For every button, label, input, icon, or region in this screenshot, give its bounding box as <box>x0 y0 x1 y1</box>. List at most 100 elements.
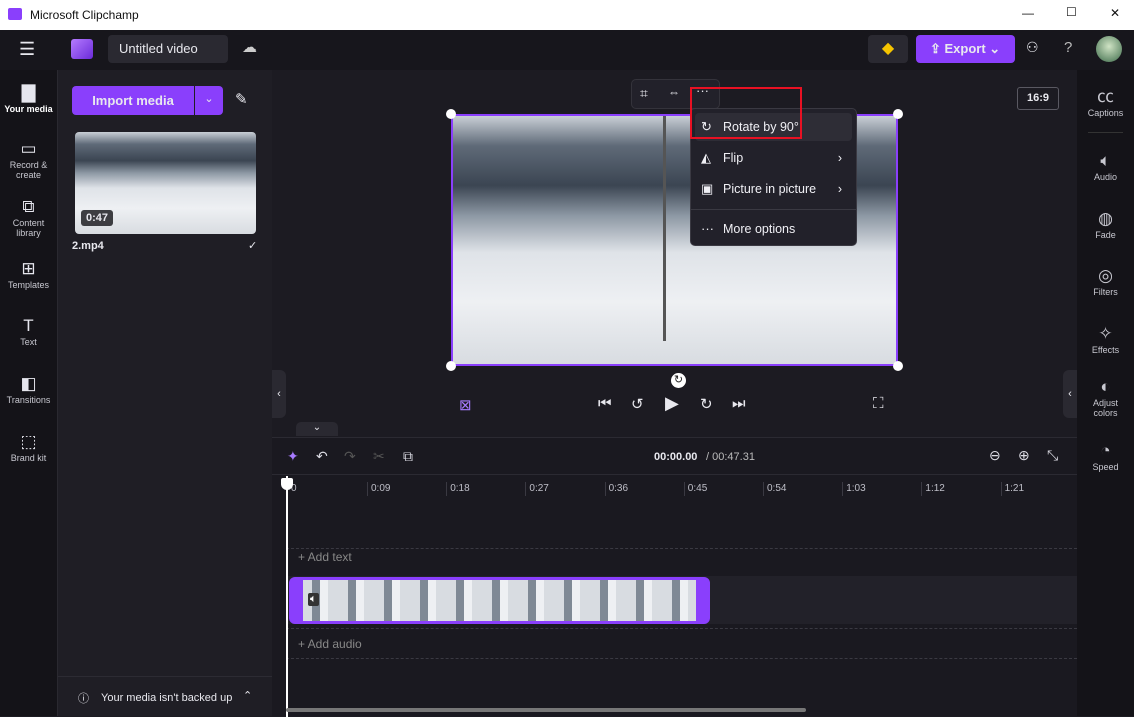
rotate-handle-icon[interactable]: ↻ <box>671 373 686 388</box>
backup-notice-text: Your media isn't backed up <box>101 692 233 704</box>
premium-button[interactable]: ◆ <box>868 35 908 63</box>
chevron-right-icon: › <box>837 182 842 196</box>
add-text-track[interactable]: + Add text <box>298 550 352 564</box>
divider <box>272 474 1077 475</box>
import-media-button[interactable]: Import media <box>72 86 194 115</box>
properties-bar: ㏄ Captions 🔈︎ Audio ◍ Fade ◎ Filters ✧ Effect… <box>1077 70 1134 716</box>
export-button[interactable]: ⇪ Export ⌄ <box>916 35 1015 63</box>
menu-item-picture-in-picture[interactable]: ▣ Picture in picture › <box>691 175 856 203</box>
crop-icon[interactable]: ⌗ <box>640 85 648 102</box>
import-dropdown-button[interactable]: ⌄ <box>195 86 223 115</box>
app-bar: ☰ Untitled video ☁ ◆ ⇪ Export ⌄ ⚇ ? <box>0 30 1134 70</box>
project-name-input[interactable]: Untitled video <box>108 35 228 63</box>
clip-trim-handle-right[interactable] <box>696 580 707 621</box>
fade-button[interactable]: ◍ Fade <box>1077 208 1134 240</box>
speed-button[interactable]: ◔ Speed <box>1077 440 1134 472</box>
menu-label: Picture in picture <box>723 182 817 196</box>
adjust-colors-button[interactable]: ◐ Adjust colors <box>1077 376 1134 418</box>
magic-wand-icon[interactable]: ✎ <box>235 90 248 108</box>
play-button[interactable]: ▶ <box>665 393 679 414</box>
nav-record-create[interactable]: ▭ Record & create <box>0 138 57 180</box>
playhead-handle[interactable] <box>281 478 293 490</box>
track-divider <box>286 658 1077 659</box>
nav-templates[interactable]: ⊞ Templates <box>0 258 57 290</box>
clip-volume-icon[interactable]: 🔈︎ <box>308 593 319 606</box>
effects-button[interactable]: ✧ Effects <box>1077 323 1134 355</box>
add-audio-track[interactable]: + Add audio <box>298 637 362 651</box>
nav-brand-kit[interactable]: ⬚ Brand kit <box>0 431 57 463</box>
backup-notice[interactable]: ⓘ Your media isn't backed up ⌃ <box>58 676 273 716</box>
skip-back-icon[interactable]: ⏮ <box>598 395 612 412</box>
zoom-out-icon[interactable]: ⊖ <box>989 447 1001 464</box>
ruler-tick: 0:54 <box>763 482 786 496</box>
collapse-timeline-button[interactable]: ⌄ <box>296 422 338 436</box>
check-icon: ✓ <box>248 240 258 252</box>
transitions-icon: ◧ <box>20 374 37 393</box>
duration-badge: 0:47 <box>81 210 114 226</box>
undo-icon[interactable]: ↶ <box>316 448 328 465</box>
playhead[interactable] <box>286 476 288 717</box>
media-thumbnail[interactable]: 0:47 <box>75 132 256 234</box>
resize-handle[interactable] <box>893 361 903 371</box>
collapse-properties-button[interactable]: ‹ <box>1063 370 1077 418</box>
ruler-tick: 0:45 <box>683 482 707 496</box>
left-navigation: ▇ Your media ▭ Record & create ⧉ Content li… <box>0 70 57 716</box>
skip-forward-icon[interactable]: ⏭ <box>732 395 746 412</box>
menu-label: Flip <box>723 151 744 165</box>
audio-button[interactable]: 🔈︎ Audio <box>1077 150 1134 182</box>
help-button[interactable]: ? <box>1064 39 1072 56</box>
horizontal-scrollbar[interactable] <box>286 708 806 712</box>
forward-5-icon[interactable]: ↻ <box>700 395 713 413</box>
nav-label: Text <box>20 337 37 347</box>
share-icon[interactable]: ⚇ <box>1026 39 1039 56</box>
nav-label: Transitions <box>6 395 51 405</box>
redo-icon[interactable]: ↷ <box>344 448 356 465</box>
nav-your-media[interactable]: ▇ Your media <box>0 82 57 114</box>
nav-label: Content library <box>12 218 45 238</box>
zoom-in-icon[interactable]: ⊕ <box>1018 447 1030 464</box>
nav-content-library[interactable]: ⧉ Content library <box>0 196 57 238</box>
minimize-button[interactable]: — <box>1022 6 1034 20</box>
captions-icon: ㏄ <box>1097 87 1114 106</box>
fit-icon[interactable]: ⇔ <box>668 85 680 99</box>
menu-label: More options <box>723 222 796 236</box>
flip-icon: ◭ <box>701 150 711 165</box>
ai-sparkle-icon[interactable]: ✦ <box>287 448 299 465</box>
track-divider <box>286 548 1077 549</box>
ruler-tick: 0:09 <box>367 482 390 496</box>
camera-icon: ▭ <box>20 139 37 158</box>
resize-handle[interactable] <box>446 109 456 119</box>
resize-handle[interactable] <box>446 361 456 371</box>
fullscreen-icon[interactable]: ⛶ <box>873 395 884 412</box>
menu-item-more-options[interactable]: ··· More options <box>691 215 856 243</box>
divider <box>1088 132 1123 133</box>
nav-label: Brand kit <box>10 453 47 463</box>
resize-handle[interactable] <box>893 109 903 119</box>
templates-icon: ⊞ <box>21 259 36 278</box>
maximize-button[interactable]: ☐ <box>1066 5 1077 19</box>
filters-button[interactable]: ◎ Filters <box>1077 265 1134 297</box>
nav-label: Record & create <box>9 160 48 180</box>
aspect-ratio-button[interactable]: 16:9 <box>1017 87 1059 110</box>
rightbar-label: Fade <box>1095 230 1116 240</box>
close-button[interactable]: ✕ <box>1110 6 1120 20</box>
fit-timeline-icon[interactable]: ⤡ <box>1047 447 1058 464</box>
cloud-off-icon[interactable]: ☁ <box>242 38 257 56</box>
video-clip[interactable]: 🔈︎ <box>289 577 710 624</box>
rightbar-label: Audio <box>1093 172 1118 182</box>
ruler-tick: 0:18 <box>446 482 470 496</box>
menu-item-flip[interactable]: ◭ Flip › <box>691 144 856 172</box>
collapse-media-panel-button[interactable]: ‹ <box>272 370 286 418</box>
captions-button[interactable]: ㏄ Captions <box>1077 86 1134 118</box>
hamburger-menu-icon[interactable]: ☰ <box>19 39 35 60</box>
rightbar-label: Captions <box>1087 108 1124 118</box>
nav-text[interactable]: T Text <box>0 315 57 347</box>
avatar[interactable] <box>1096 36 1122 62</box>
add-media-icon[interactable]: ⧉ <box>403 448 413 465</box>
magic-camera-icon[interactable]: ⊠ <box>459 396 472 414</box>
nav-transitions[interactable]: ◧ Transitions <box>0 373 57 405</box>
rewind-5-icon[interactable]: ↺ <box>631 395 644 413</box>
clip-trim-handle-left[interactable] <box>292 580 303 621</box>
cut-icon[interactable]: ✂ <box>373 448 385 465</box>
nav-label: Your media <box>4 104 53 114</box>
